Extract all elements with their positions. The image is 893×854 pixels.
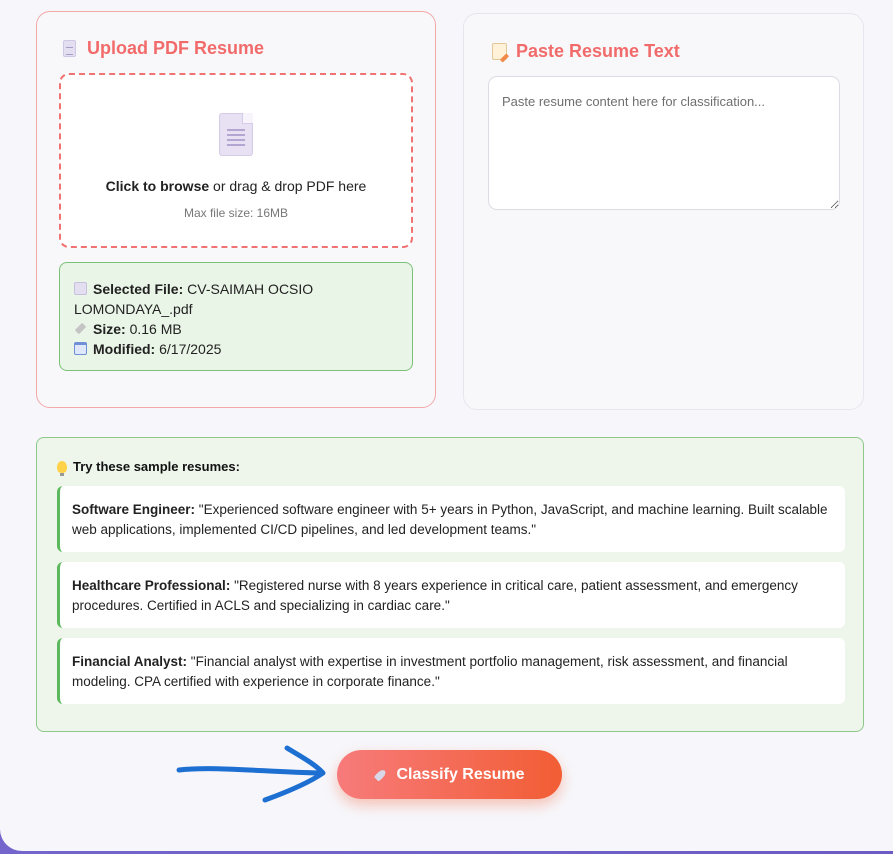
sample-label: Software Engineer: [72,502,196,517]
paste-title-text: Paste Resume Text [516,41,680,61]
calendar-icon [74,342,87,355]
browse-link[interactable]: Click to browse [106,178,209,194]
file-icon [219,113,253,156]
sample-software-engineer[interactable]: Software Engineer: "Experienced software… [57,486,845,552]
file-modified-row: Modified: 6/17/2025 [74,339,398,359]
page: Upload PDF Resume Click to browse or dra… [0,0,893,851]
pdf-dropzone[interactable]: Click to browse or drag & drop PDF here … [59,73,413,248]
sample-resumes-box: Try these sample resumes: Software Engin… [36,437,864,732]
dropzone-instructions: Click to browse or drag & drop PDF here [61,178,411,194]
samples-heading: Try these sample resumes: [57,459,240,476]
classify-resume-button[interactable]: Classify Resume [337,750,562,799]
file-size-label: Size: [93,321,126,337]
upload-title-text: Upload PDF Resume [87,38,265,58]
dropzone-text: or drag & drop PDF here [209,178,367,194]
annotation-arrow-icon [176,745,326,803]
resume-text-input[interactable] [488,76,840,210]
document-icon [63,39,79,58]
paste-title: Paste Resume Text [492,41,680,62]
sample-label: Financial Analyst: [72,654,188,669]
selected-file-row: Selected File: CV-SAIMAH OCSIO LOMONDAYA… [74,279,398,319]
lightbulb-icon [57,460,67,476]
classify-label: Classify Resume [396,765,525,783]
ruler-icon [74,322,87,335]
sample-financial-analyst[interactable]: Financial Analyst: "Financial analyst wi… [57,638,845,704]
page-icon [74,282,87,295]
samples-heading-text: Try these sample resumes: [73,459,240,474]
rocket-icon [374,768,388,782]
selected-file-info: Selected File: CV-SAIMAH OCSIO LOMONDAYA… [59,262,413,371]
sample-label: Healthcare Professional: [72,578,231,593]
upload-title: Upload PDF Resume [63,38,264,59]
file-modified-value: 6/17/2025 [155,341,222,357]
selected-file-label: Selected File: [93,281,184,297]
file-size-value: 0.16 MB [125,321,182,337]
paste-panel: Paste Resume Text [463,13,864,410]
upload-panel: Upload PDF Resume Click to browse or dra… [36,11,436,408]
file-modified-label: Modified: [93,341,156,357]
memo-icon [492,42,508,61]
file-size-row: Size: 0.16 MB [74,319,398,339]
sample-healthcare-professional[interactable]: Healthcare Professional: "Registered nur… [57,562,845,628]
max-file-size: Max file size: 16MB [183,206,289,220]
